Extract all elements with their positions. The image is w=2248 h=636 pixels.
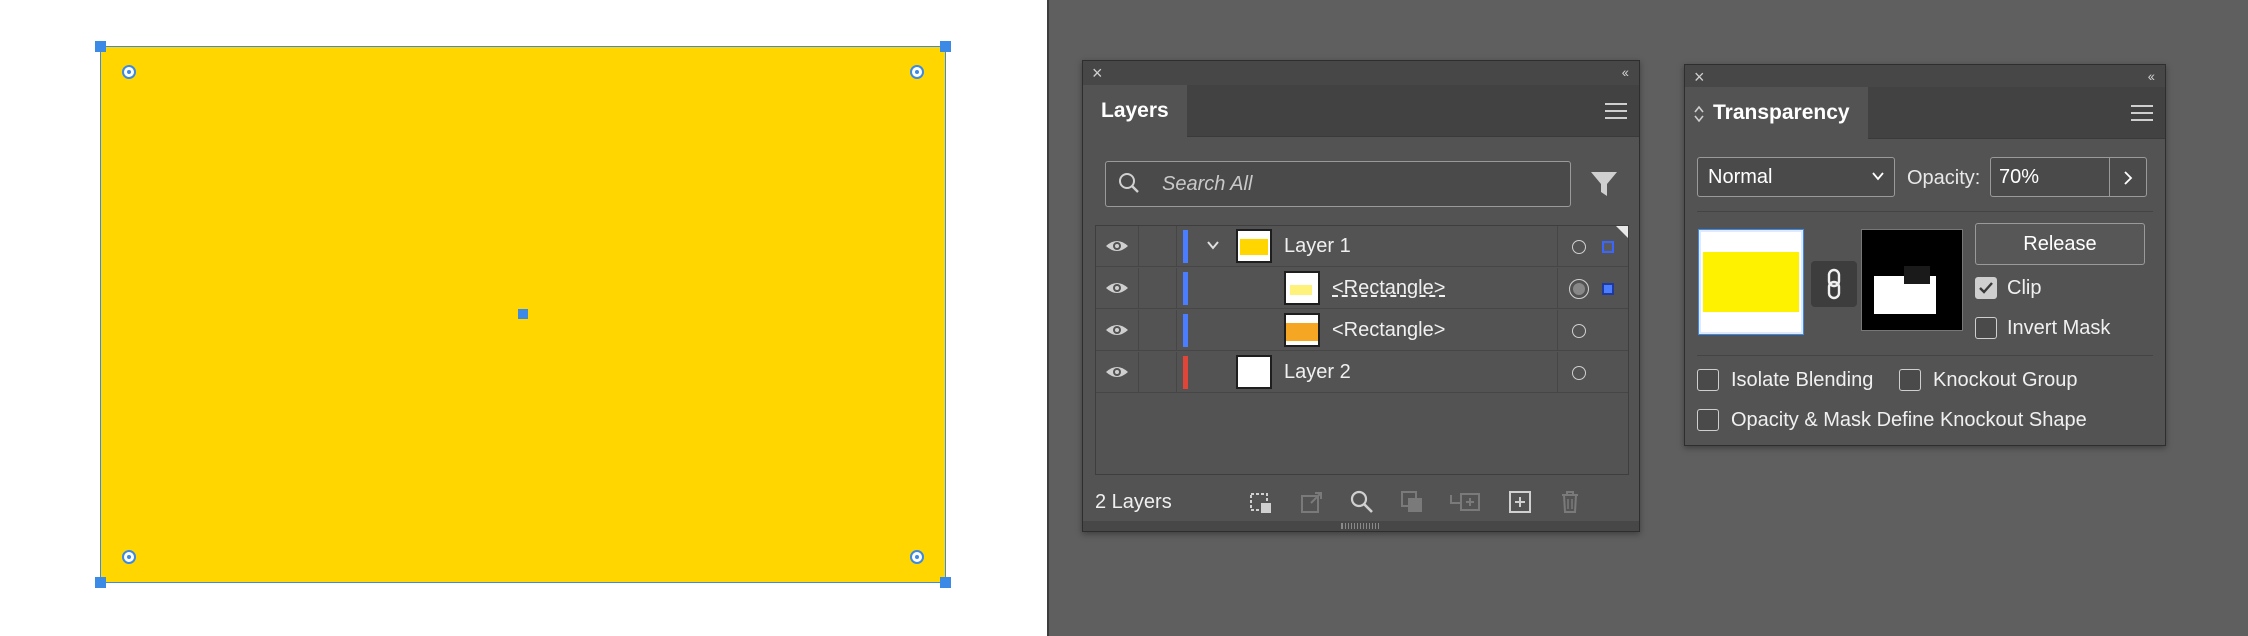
panel-menu-icon[interactable] [1605, 103, 1627, 119]
layer-count: 2 Layers [1095, 491, 1172, 513]
corner-widget-bottom-left[interactable] [122, 550, 136, 564]
locate-object-icon[interactable] [1349, 489, 1375, 515]
resize-handle-bottom-right[interactable] [940, 577, 951, 588]
corner-widget-bottom-right[interactable] [910, 550, 924, 564]
target-icon[interactable] [1572, 324, 1586, 338]
visibility-eye-icon[interactable] [1105, 280, 1129, 296]
collect-for-export-icon[interactable] [1247, 489, 1273, 515]
artboard[interactable] [0, 0, 1049, 636]
blend-mode-value: Normal [1708, 166, 1773, 188]
tab-transparency-label: Transparency [1713, 101, 1850, 124]
resize-handle-top-right[interactable] [940, 41, 951, 52]
object-thumbnail [1284, 313, 1320, 347]
tab-transparency[interactable]: Transparency [1685, 87, 1868, 139]
isolate-blending-checkbox[interactable] [1697, 369, 1719, 391]
invert-mask-checkbox[interactable] [1975, 317, 1997, 339]
layer-color-bar [1183, 230, 1188, 263]
tab-bar: Transparency [1685, 87, 2165, 139]
layer-name: Layer 1 [1284, 235, 1351, 257]
opacity-slider-button[interactable] [2109, 157, 2147, 197]
clip-label: Clip [2007, 277, 2042, 299]
search-input[interactable]: Search All [1105, 161, 1571, 207]
tab-bar: Layers [1083, 85, 1639, 137]
opacity-label: Opacity: [1907, 167, 1981, 189]
visibility-eye-icon[interactable] [1105, 238, 1129, 254]
visibility-eye-icon[interactable] [1105, 364, 1129, 380]
opacity-mask-thumbnail[interactable] [1861, 229, 1963, 331]
resize-handle-top-left[interactable] [95, 41, 106, 52]
selected-corner-icon [1616, 226, 1628, 238]
layer-color-bar [1183, 356, 1188, 389]
link-mask-icon[interactable] [1811, 261, 1857, 307]
search-placeholder: Search All [1162, 173, 1253, 195]
layers-footer: 2 Layers [1083, 481, 1639, 521]
invert-mask-label: Invert Mask [2007, 317, 2111, 339]
layer-color-bar [1183, 272, 1188, 305]
panel-menu-icon[interactable] [2131, 105, 2153, 121]
make-clipping-mask-icon[interactable] [1399, 489, 1425, 515]
knockout-group-label: Knockout Group [1933, 369, 2078, 391]
layer-color-bar [1183, 314, 1188, 347]
object-name: <Rectangle> [1332, 319, 1446, 341]
target-icon[interactable] [1572, 240, 1586, 254]
checkmark-icon [1979, 282, 1993, 294]
corner-widget-top-left[interactable] [122, 65, 136, 79]
object-name: <Rectangle> [1332, 277, 1446, 299]
center-point[interactable] [518, 309, 528, 319]
layers-panel: × ‹‹ Layers Search All Layer 1 <Rectangl… [1082, 60, 1640, 532]
visibility-eye-icon[interactable] [1105, 322, 1129, 338]
layer-row-rectangle-2[interactable]: <Rectangle> [1096, 310, 1628, 351]
new-sublayer-icon[interactable] [1449, 489, 1483, 515]
release-button[interactable]: Release [1975, 223, 2145, 265]
chevron-down-icon[interactable] [1206, 238, 1220, 252]
delete-icon[interactable] [1557, 489, 1583, 515]
yellow-rectangle[interactable] [95, 41, 951, 588]
layer-thumbnail [1236, 355, 1272, 389]
corner-widget-top-right[interactable] [910, 65, 924, 79]
collapse-icon[interactable]: ‹‹ [1622, 64, 1629, 80]
clip-checkbox[interactable] [1975, 277, 1997, 299]
target-icon-selected[interactable] [1569, 279, 1589, 299]
object-thumbnail[interactable] [1698, 229, 1804, 335]
selection-indicator[interactable] [1602, 241, 1614, 253]
layer-row-layer-1[interactable]: Layer 1 [1096, 226, 1628, 267]
collapse-icon[interactable]: ‹‹ [2148, 68, 2155, 84]
export-icon[interactable] [1299, 489, 1325, 515]
selection-indicator[interactable] [1602, 283, 1614, 295]
blend-mode-select[interactable]: Normal [1697, 157, 1895, 197]
opacity-mask-knockout-label: Opacity & Mask Define Knockout Shape [1731, 409, 2087, 431]
chevron-down-icon [1872, 172, 1884, 181]
layer-thumbnail [1236, 229, 1272, 263]
resize-handle-bottom-left[interactable] [95, 577, 106, 588]
layers-list: Layer 1 <Rectangle> <Rectangle> Layer 2 [1095, 225, 1629, 475]
layer-name: Layer 2 [1284, 361, 1351, 383]
tab-layers[interactable]: Layers [1083, 85, 1187, 137]
opacity-mask-knockout-checkbox[interactable] [1697, 409, 1719, 431]
transparency-panel: × ‹‹ Transparency Normal Opacity: 70% Re… [1684, 64, 2166, 446]
knockout-group-checkbox[interactable] [1899, 369, 1921, 391]
search-icon [1119, 173, 1139, 193]
resize-grip[interactable] [1083, 521, 1639, 531]
target-icon[interactable] [1572, 366, 1586, 380]
close-icon[interactable]: × [1694, 67, 1705, 87]
layer-row-layer-2[interactable]: Layer 2 [1096, 352, 1628, 393]
new-layer-icon[interactable] [1507, 489, 1533, 515]
object-thumbnail [1284, 271, 1320, 305]
opacity-input[interactable]: 70% [1990, 157, 2110, 197]
chevron-right-icon [2124, 171, 2133, 185]
isolate-blending-label: Isolate Blending [1731, 369, 1874, 391]
panel-title-bar[interactable]: × ‹‹ [1083, 61, 1639, 85]
options-toggle-icon[interactable] [1693, 105, 1705, 123]
close-icon[interactable]: × [1092, 63, 1103, 83]
panel-title-bar[interactable]: × ‹‹ [1685, 65, 2165, 87]
filter-icon[interactable] [1589, 169, 1619, 199]
layer-row-rectangle-1[interactable]: <Rectangle> [1096, 268, 1628, 309]
